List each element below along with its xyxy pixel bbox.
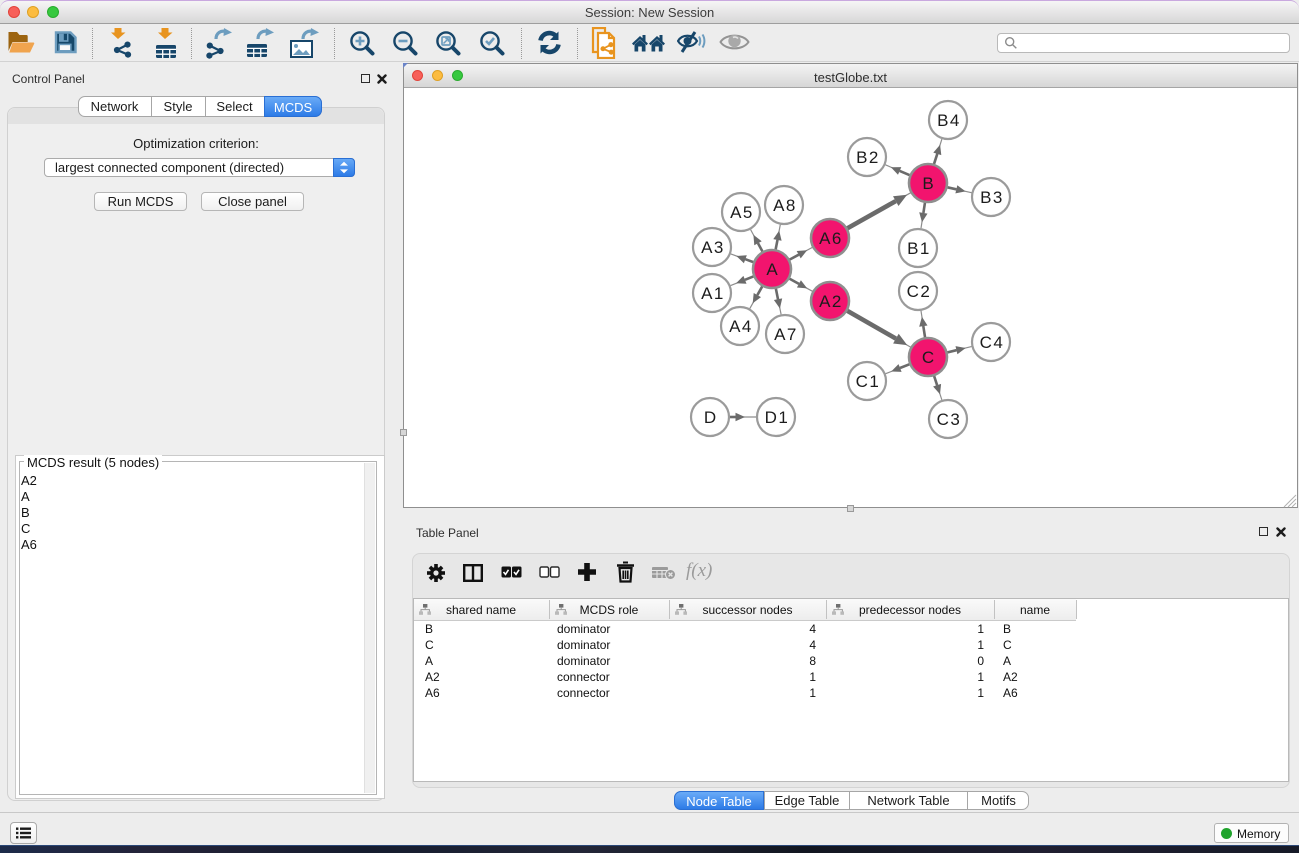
svg-text:C1: C1 [856, 372, 881, 391]
svg-text:A6: A6 [819, 229, 843, 248]
svg-text:C4: C4 [980, 333, 1005, 352]
svg-text:C: C [922, 348, 934, 367]
svg-text:C3: C3 [937, 410, 962, 429]
svg-text:B2: B2 [856, 148, 880, 167]
svg-text:B3: B3 [980, 188, 1004, 207]
svg-text:C2: C2 [907, 282, 932, 301]
svg-text:B4: B4 [937, 111, 961, 130]
svg-text:D: D [704, 408, 716, 427]
svg-text:A7: A7 [774, 325, 798, 344]
svg-text:A1: A1 [701, 284, 725, 303]
svg-text:A5: A5 [730, 203, 754, 222]
svg-text:B: B [922, 174, 933, 193]
svg-text:A2: A2 [819, 292, 843, 311]
svg-text:A8: A8 [773, 196, 797, 215]
svg-text:B1: B1 [907, 239, 931, 258]
svg-text:D1: D1 [765, 408, 790, 427]
svg-text:A3: A3 [701, 238, 725, 257]
svg-text:A4: A4 [729, 317, 753, 336]
svg-text:A: A [766, 260, 778, 279]
